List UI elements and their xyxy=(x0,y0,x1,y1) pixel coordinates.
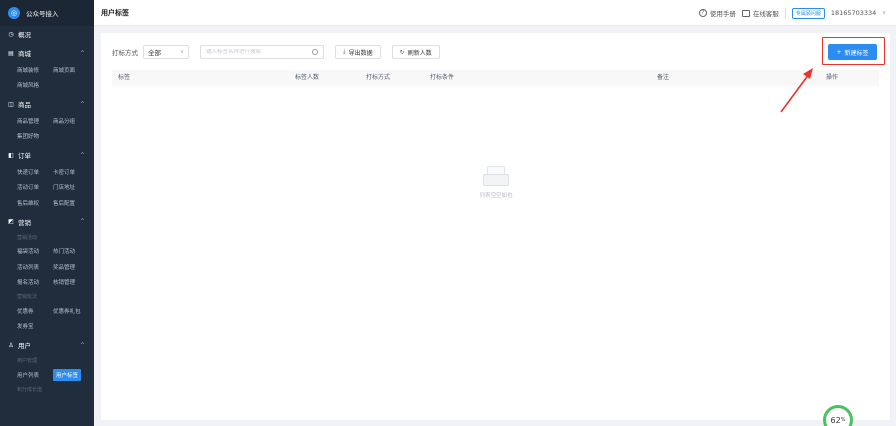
sidebar-item-mall-style[interactable]: 商城风格 xyxy=(17,81,53,89)
export-data-button[interactable]: ⤓ 导出数据 xyxy=(335,45,381,59)
marketing-icon: ◩ xyxy=(8,218,14,225)
sidebar-group-orders[interactable]: ◧ 订单 ^ xyxy=(0,146,94,164)
download-icon: ⤓ xyxy=(343,48,346,55)
sidebar-item-mall-pages[interactable]: 商城页面 xyxy=(53,66,89,74)
empty-inbox-icon xyxy=(483,166,509,186)
progress-unit: % xyxy=(840,417,846,423)
top-header: 用户标签 ? 使用手册 在线客服 专属顾问服 18165703334 ∨ xyxy=(94,0,896,26)
sidebar-item-coupon-issuer[interactable]: 发券宝 xyxy=(17,322,53,330)
app-logo-icon: ◎ xyxy=(8,7,20,19)
sidebar-item-verify-manage[interactable]: 核销管理 xyxy=(53,278,89,286)
sidebar-item-goods-manage[interactable]: 商品管理 xyxy=(17,117,53,125)
advisor-badge[interactable]: 专属顾问服 xyxy=(791,7,825,19)
col-remark: 备注 xyxy=(657,74,670,81)
app-name: 公众号接入 xyxy=(26,10,59,18)
col-tag-count: 标签人数 xyxy=(295,74,320,81)
sidebar-subhead: 积分成长值 xyxy=(17,386,43,393)
sidebar-item-goods-group[interactable]: 商品分组 xyxy=(53,117,89,125)
sidebar-item-user-tags[interactable]: 用户标签 xyxy=(53,368,82,381)
new-tag-button[interactable]: + 新建标签 xyxy=(828,44,877,60)
filter-bar: 打标方式 全部 ∨ ⤓ 导出数据 ↻ 刷新人数 xyxy=(112,45,440,59)
tag-search-input[interactable] xyxy=(206,49,306,55)
sidebar-item-user-list[interactable]: 用户列表 xyxy=(17,371,53,379)
chevron-up-icon: ^ xyxy=(79,49,85,57)
sidebar-subhead: 营销活动 xyxy=(17,234,38,241)
sidebar-item-coupon[interactable]: 优惠券 xyxy=(17,307,53,315)
sidebar-item-prize-manage[interactable]: 奖品管理 xyxy=(53,263,89,271)
refresh-icon: ↻ xyxy=(399,48,405,56)
empty-text: 列表空空如也 xyxy=(479,193,513,199)
chevron-down-icon: ∨ xyxy=(180,49,184,55)
sidebar-group-label: 用户 xyxy=(18,342,31,350)
divider xyxy=(784,8,786,18)
table-header: 标签 标签人数 打标方式 打标条件 备注 操作 xyxy=(112,70,879,86)
col-method: 打标方式 xyxy=(366,74,391,81)
sidebar-group-users[interactable]: ♙ 用户 ^ xyxy=(0,336,94,354)
sidebar-subhead: 用户管理 xyxy=(17,358,38,364)
chat-icon xyxy=(741,9,750,17)
sidebar-item-mall-decor[interactable]: 商城装修 xyxy=(17,66,53,74)
store-icon: ▤ xyxy=(8,49,14,57)
sidebar-item-store-address[interactable]: 门店地址 xyxy=(53,183,89,191)
content-panel: 打标方式 全部 ∨ ⤓ 导出数据 ↻ 刷新人数 + 新建标签 标签 标签人数 打… xyxy=(101,33,890,420)
clock-icon: ◷ xyxy=(8,30,14,38)
sidebar-item-activity-orders[interactable]: 活动订单 xyxy=(17,183,53,191)
col-tag: 标签 xyxy=(118,74,131,81)
chevron-down-icon[interactable]: ∨ xyxy=(882,10,886,16)
online-service-link[interactable]: 在线客服 xyxy=(741,8,779,18)
empty-state: 列表空空如也 xyxy=(466,166,526,199)
brand[interactable]: ◎ 公众号接入 xyxy=(0,0,94,26)
sidebar-item-after-sales[interactable]: 售后维权 xyxy=(17,199,53,207)
sidebar-item-express-orders[interactable]: 快递订单 xyxy=(17,168,53,176)
sidebar-item-activity-list[interactable]: 活动列表 xyxy=(17,263,53,271)
sidebar-subhead: 营销玩法 xyxy=(17,294,38,300)
sidebar-item-group-goods[interactable]: 集团好物 xyxy=(17,132,53,140)
sidebar-item-card-orders[interactable]: 卡密订单 xyxy=(53,168,89,176)
chevron-up-icon: ^ xyxy=(79,151,85,159)
sidebar-group-label: 营销 xyxy=(18,218,31,227)
refresh-count-button[interactable]: ↻ 刷新人数 xyxy=(391,45,440,59)
chevron-up-icon: ^ xyxy=(79,100,85,108)
user-icon: ♙ xyxy=(8,341,14,349)
sidebar-item-lucky-bag[interactable]: 福袋活动 xyxy=(17,247,53,255)
col-actions: 操作 xyxy=(826,74,839,81)
order-icon: ◧ xyxy=(8,151,14,159)
sidebar-group-goods[interactable]: ◫ 商品 ^ xyxy=(0,95,94,113)
help-manual-label: 使用手册 xyxy=(709,10,736,18)
sidebar-group-label: 订单 xyxy=(18,152,31,160)
sidebar-item-signup-activity[interactable]: 报名活动 xyxy=(17,278,53,286)
sidebar-group-marketing[interactable]: ◩ 营销 ^ xyxy=(0,213,94,231)
help-manual-link[interactable]: ? 使用手册 xyxy=(698,8,736,18)
sidebar-group-label: 商品 xyxy=(18,101,31,109)
refresh-count-label: 刷新人数 xyxy=(407,49,432,57)
method-select[interactable]: 全部 ∨ xyxy=(143,45,189,59)
search-icon[interactable] xyxy=(312,49,318,55)
progress-value: 62 xyxy=(830,415,841,425)
new-tag-label: 新建标签 xyxy=(844,49,869,57)
method-filter-label: 打标方式 xyxy=(112,49,138,57)
col-condition: 打标条件 xyxy=(430,74,455,81)
sidebar-item-hot-activity[interactable]: 热门活动 xyxy=(53,247,89,255)
online-service-label: 在线客服 xyxy=(752,10,779,18)
sidebar-group-label: 商城 xyxy=(18,50,31,58)
sidebar: ◎ 公众号接入 ◷ 概况 ▤ 商城 ^ 商城装修 商城页面 商城风格 ◫ 商品 … xyxy=(0,0,94,426)
sidebar-group-mall[interactable]: ▤ 商城 ^ xyxy=(0,44,94,62)
method-select-value: 全部 xyxy=(148,49,161,57)
plus-icon: + xyxy=(836,48,842,56)
sidebar-item-coupon-pack[interactable]: 优惠券礼包 xyxy=(53,307,89,315)
page-title: 用户标签 xyxy=(101,8,129,17)
bag-icon: ◫ xyxy=(8,100,14,108)
sidebar-item-after-sales-config[interactable]: 售后配置 xyxy=(53,199,89,207)
chevron-up-icon: ^ xyxy=(79,341,85,349)
sidebar-item-label: 概况 xyxy=(18,31,31,39)
sidebar-item-overview[interactable]: ◷ 概况 xyxy=(0,26,94,42)
question-icon: ? xyxy=(698,9,707,17)
chevron-up-icon: ^ xyxy=(79,218,85,225)
tag-search-box[interactable] xyxy=(200,45,324,59)
account-phone[interactable]: 18165703334 xyxy=(831,9,877,17)
export-data-label: 导出数据 xyxy=(348,49,373,57)
